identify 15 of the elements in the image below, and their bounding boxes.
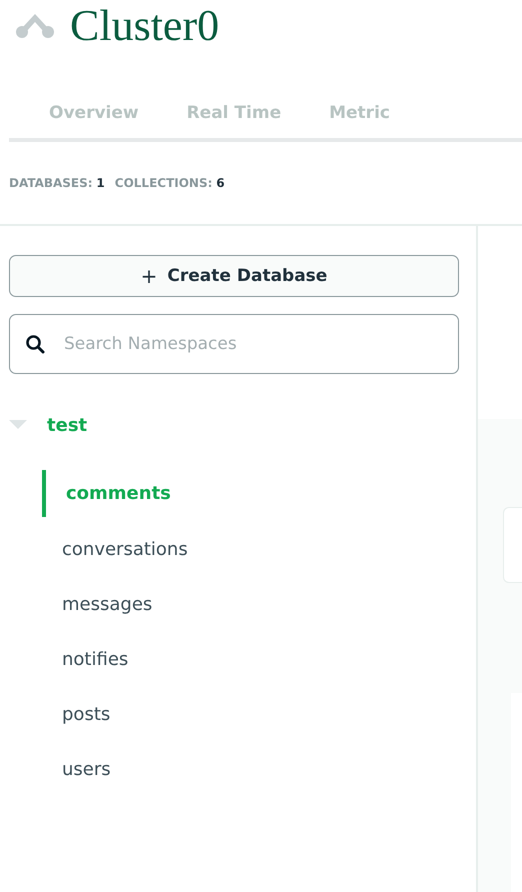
stat-label: DATABASES: <box>9 176 93 190</box>
create-database-button[interactable]: + Create Database <box>9 255 459 297</box>
caret-icon[interactable] <box>9 420 27 430</box>
collection-item[interactable]: posts <box>62 692 459 737</box>
stat-value: 1 <box>96 176 105 190</box>
collection-item[interactable]: messages <box>62 582 459 627</box>
cluster-title: Cluster0 <box>70 4 220 48</box>
collection-item[interactable]: notifies <box>62 637 459 682</box>
cluster-icon <box>14 14 56 38</box>
stat-label: COLLECTIONS: <box>114 176 212 190</box>
search-icon <box>25 334 45 354</box>
collection-item[interactable]: conversations <box>62 527 459 572</box>
stat-value: 6 <box>216 176 225 190</box>
search-field[interactable]: Search Namespaces <box>9 314 459 374</box>
collection-item[interactable]: users <box>62 747 459 792</box>
